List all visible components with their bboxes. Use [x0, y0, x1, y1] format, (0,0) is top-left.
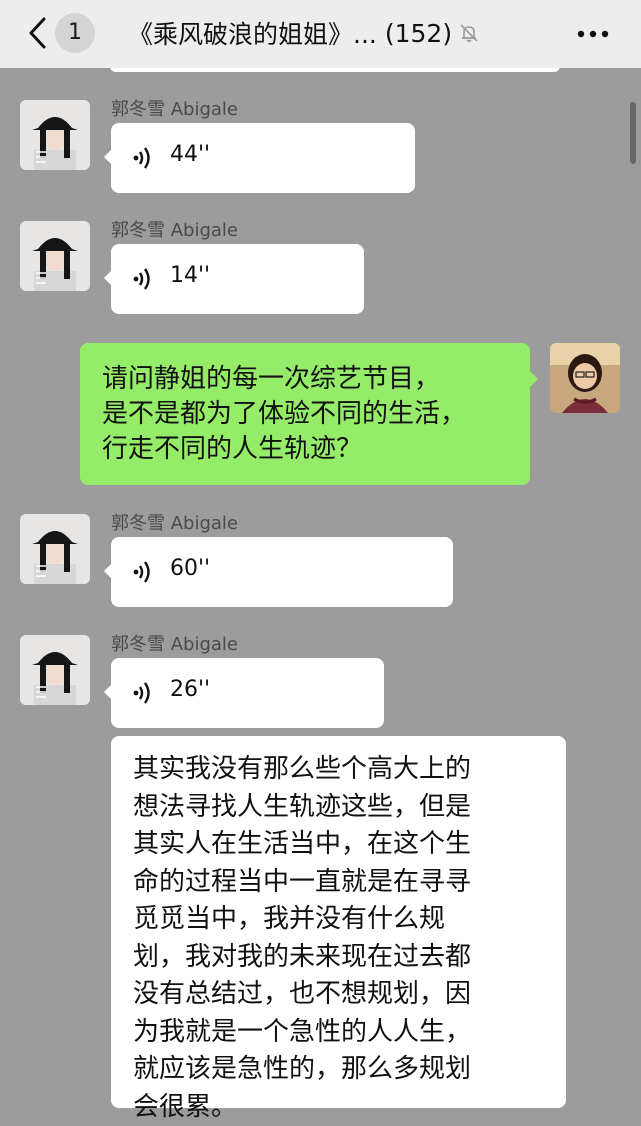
avatar-image: [20, 514, 90, 584]
message-line: 是不是都为了体验不同的生活，: [102, 397, 466, 432]
sender-name: 郭冬雪 Abigale: [111, 630, 238, 656]
avatar-image: [20, 221, 90, 291]
chat-title: 《乘风破浪的姐姐》...: [128, 15, 377, 51]
voice-message-bubble[interactable]: 44'': [111, 123, 415, 193]
message-line: 就应该是急性的，那么多规划: [133, 1051, 471, 1089]
sender-avatar[interactable]: [20, 100, 90, 170]
sender-avatar[interactable]: [20, 635, 90, 705]
message-text: 请问静姐的每一次综艺节目， 是不是都为了体验不同的生活， 行走不同的人生轨迹？: [102, 362, 466, 467]
chat-title-group[interactable]: 《乘风破浪的姐姐》... (152): [128, 15, 480, 51]
voice-wave-icon: [133, 145, 155, 171]
message-line: 会很累。: [133, 1089, 471, 1126]
voice-message-bubble[interactable]: 60'': [111, 537, 453, 607]
member-count: (152): [385, 19, 452, 48]
avatar-image: [20, 100, 90, 170]
message-line: 没有总结过，也不想规划，因: [133, 976, 471, 1014]
sender-name: 郭冬雪 Abigale: [111, 509, 238, 535]
message-text: 其实我没有那么些个高大上的 想法寻找人生轨迹这些，但是 其实人在生活当中，在这个…: [133, 751, 471, 1126]
voice-wave-icon: [133, 559, 155, 585]
my-avatar[interactable]: [550, 343, 620, 413]
message-line: 为我就是一个急性的人人生，: [133, 1014, 471, 1052]
voice-duration: 26'': [170, 677, 210, 702]
message-line: 觅觅当中，我并没有什么规: [133, 901, 471, 939]
more-icon[interactable]: [576, 29, 610, 39]
voice-message-bubble[interactable]: 26'': [111, 658, 384, 728]
chat-header: 1 《乘风破浪的姐姐》... (152): [0, 0, 641, 68]
message-line: 行走不同的人生轨迹？: [102, 432, 466, 467]
text-message-bubble[interactable]: 其实我没有那么些个高大上的 想法寻找人生轨迹这些，但是 其实人在生活当中，在这个…: [111, 736, 566, 1108]
unread-count-badge[interactable]: 1: [55, 13, 95, 53]
voice-message-bubble[interactable]: 14'': [111, 244, 364, 314]
sender-avatar[interactable]: [20, 221, 90, 291]
voice-wave-icon: [133, 680, 155, 706]
message-line: 想法寻找人生轨迹这些，但是: [133, 789, 471, 827]
voice-duration: 14'': [170, 263, 210, 288]
my-text-message-bubble[interactable]: 请问静姐的每一次综艺节目， 是不是都为了体验不同的生活， 行走不同的人生轨迹？: [80, 343, 530, 485]
avatar-image: [20, 635, 90, 705]
voice-wave-icon: [133, 266, 155, 292]
message-line: 请问静姐的每一次综艺节目，: [102, 362, 466, 397]
scrollbar-thumb[interactable]: [630, 102, 636, 164]
avatar-image: [550, 343, 620, 413]
message-line: 命的过程当中一直就是在寻寻: [133, 864, 471, 902]
mute-bell-icon: [458, 22, 480, 44]
message-line: 其实我没有那么些个高大上的: [133, 751, 471, 789]
sender-name: 郭冬雪 Abigale: [111, 95, 238, 121]
message-line: 划，我对我的未来现在过去都: [133, 939, 471, 977]
sender-name: 郭冬雪 Abigale: [111, 216, 238, 242]
voice-duration: 44'': [170, 142, 210, 167]
sender-avatar[interactable]: [20, 514, 90, 584]
message-line: 其实人在生活当中，在这个生: [133, 826, 471, 864]
voice-duration: 60'': [170, 556, 210, 581]
back-arrow-icon[interactable]: [26, 16, 50, 50]
